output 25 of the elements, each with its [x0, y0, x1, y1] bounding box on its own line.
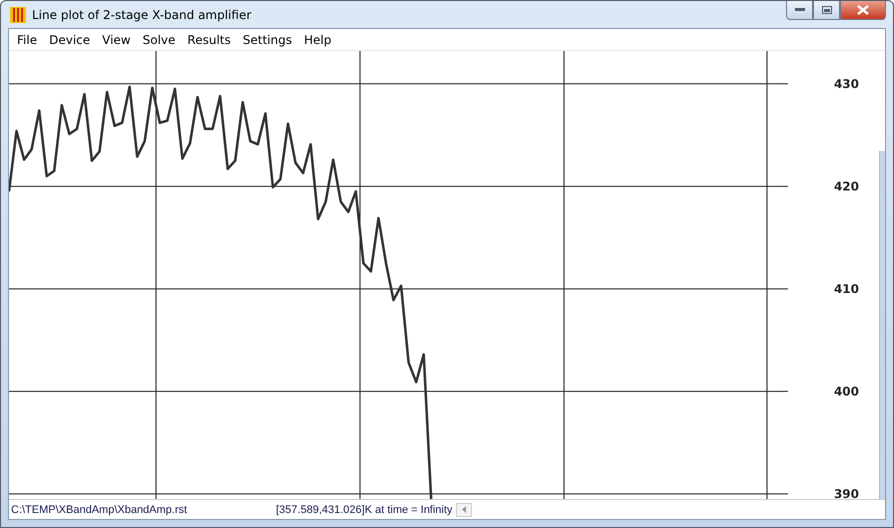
- app-icon: [10, 6, 26, 22]
- menu-item[interactable]: Device: [43, 32, 96, 46]
- axis-label: 420: [834, 179, 859, 194]
- maximize-icon: [822, 6, 832, 14]
- minimize-button[interactable]: [786, 1, 813, 20]
- menu-item[interactable]: File: [11, 32, 44, 46]
- axis-label: 430: [834, 76, 859, 91]
- axis-label: 410: [834, 282, 859, 296]
- scrollbar[interactable]: [879, 151, 885, 499]
- axis-label: 400: [834, 384, 859, 398]
- window-title: Line plot of 2-stage X-band amplifier: [32, 8, 252, 22]
- menu-item[interactable]: Solve: [136, 32, 182, 46]
- menu-item[interactable]: Help: [298, 32, 338, 46]
- left-arrow-icon: [462, 506, 466, 513]
- file-path: C:\TEMP\XBandAmp\XbandAmp.rst: [10, 504, 188, 516]
- axis-label: 390: [834, 486, 859, 500]
- menu-item[interactable]: Results: [181, 32, 237, 46]
- maximize-button[interactable]: [813, 1, 840, 20]
- close-icon: [857, 5, 869, 15]
- cursor-reading: [357.589,431.026]K at time = Infinity: [276, 504, 452, 516]
- scroll-left-button[interactable]: [456, 502, 472, 516]
- minimize-icon: [794, 8, 804, 12]
- menu-item[interactable]: View: [96, 32, 137, 46]
- close-button[interactable]: [840, 1, 886, 20]
- menu-item[interactable]: Settings: [236, 32, 298, 46]
